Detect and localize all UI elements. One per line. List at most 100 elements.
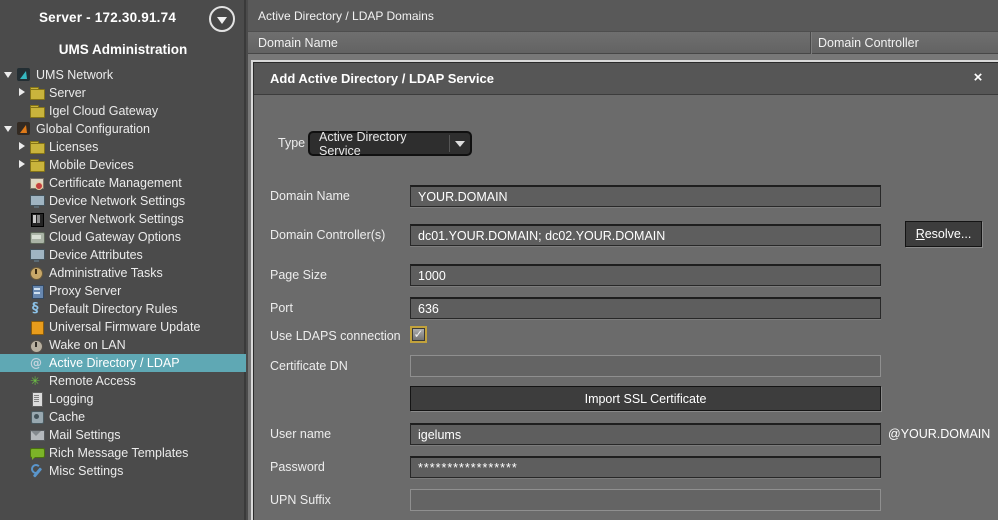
resolve-button[interactable]: Resolve... bbox=[905, 221, 982, 247]
ums-administration-window: Server - 172.30.91.74 UMS Administration… bbox=[0, 0, 998, 520]
tree-item-label: UMS Network bbox=[31, 68, 113, 82]
tree-item-certificate-management[interactable]: Certificate Management bbox=[0, 174, 246, 192]
starburst-icon bbox=[29, 374, 44, 388]
domain-controllers-input[interactable] bbox=[410, 224, 881, 246]
type-label: Type bbox=[278, 132, 305, 154]
tree-item-remote-access[interactable]: Remote Access bbox=[0, 372, 246, 390]
import-ssl-certificate-button[interactable]: Import SSL Certificate bbox=[410, 386, 881, 411]
domain-name-label: Domain Name bbox=[270, 185, 350, 207]
tree-item-mail-settings[interactable]: Mail Settings bbox=[0, 426, 246, 444]
sidebar: Server - 172.30.91.74 UMS Administration… bbox=[0, 0, 246, 520]
message-bubble-icon bbox=[29, 446, 44, 460]
expander-down-icon[interactable] bbox=[4, 70, 14, 80]
user-name-input[interactable] bbox=[410, 423, 881, 445]
clock-icon bbox=[29, 266, 44, 280]
tree-item-label: Cloud Gateway Options bbox=[44, 230, 181, 244]
tree-item-label: Certificate Management bbox=[44, 176, 182, 190]
page-title: Active Directory / LDAP Domains bbox=[248, 0, 998, 32]
at-sign-icon bbox=[29, 356, 44, 370]
ums-network-icon bbox=[16, 68, 31, 82]
tree-item-label: Server Network Settings bbox=[44, 212, 184, 226]
password-input[interactable] bbox=[410, 456, 881, 478]
use-ldaps-label: Use LDAPS connection bbox=[270, 325, 401, 347]
certificate-icon bbox=[29, 176, 44, 190]
tree-item-label: Global Configuration bbox=[31, 122, 150, 136]
tree-item-mobile-devices[interactable]: Mobile Devices bbox=[0, 156, 246, 174]
expander-right-icon[interactable] bbox=[17, 160, 27, 170]
tree-item-igel-cloud-gateway[interactable]: Igel Cloud Gateway bbox=[0, 102, 246, 120]
column-header-domain-controller[interactable]: Domain Controller bbox=[818, 32, 919, 54]
tree-item-universal-firmware-update[interactable]: Universal Firmware Update bbox=[0, 318, 246, 336]
tree-item-default-directory-rules[interactable]: Default Directory Rules bbox=[0, 300, 246, 318]
password-label: Password bbox=[270, 456, 325, 478]
cloud-gateway-icon bbox=[29, 230, 44, 244]
tree-item-wake-on-lan[interactable]: Wake on LAN bbox=[0, 336, 246, 354]
tree-item-label: Rich Message Templates bbox=[44, 446, 188, 460]
user-name-label: User name bbox=[270, 423, 331, 445]
chevron-down-icon[interactable] bbox=[450, 133, 470, 154]
tree-item-administrative-tasks[interactable]: Administrative Tasks bbox=[0, 264, 246, 282]
dialog-title: Add Active Directory / LDAP Service bbox=[254, 63, 998, 95]
chevron-down-icon bbox=[217, 17, 227, 24]
tree-item-device-attributes[interactable]: Device Attributes bbox=[0, 246, 246, 264]
close-icon[interactable]: × bbox=[970, 70, 986, 86]
tree-item-label: Logging bbox=[44, 392, 94, 406]
domains-table-header: Domain Name Domain Controller bbox=[248, 32, 998, 54]
folder-icon bbox=[29, 86, 44, 100]
monitor-icon bbox=[29, 194, 44, 208]
tree-item-ums-network[interactable]: UMS Network bbox=[0, 66, 246, 84]
tree-item-logging[interactable]: Logging bbox=[0, 390, 246, 408]
server-dropdown-button[interactable] bbox=[209, 6, 235, 32]
add-ad-ldap-service-dialog: Add Active Directory / LDAP Service × Ty… bbox=[251, 60, 998, 520]
expander-down-icon[interactable] bbox=[4, 124, 14, 134]
tree-item-licenses[interactable]: Licenses bbox=[0, 138, 246, 156]
folder-icon bbox=[29, 140, 44, 154]
tree-item-proxy-server[interactable]: Proxy Server bbox=[0, 282, 246, 300]
tree-item-cache[interactable]: Cache bbox=[0, 408, 246, 426]
type-select[interactable]: Active Directory Service bbox=[308, 131, 472, 156]
tree-item-active-directory-ldap[interactable]: Active Directory / LDAP bbox=[0, 354, 246, 372]
folder-icon bbox=[29, 104, 44, 118]
page-size-input[interactable] bbox=[410, 264, 881, 286]
port-label: Port bbox=[270, 297, 293, 319]
type-select-value: Active Directory Service bbox=[310, 130, 449, 158]
log-document-icon bbox=[29, 392, 44, 406]
tree-item-device-network-settings[interactable]: Device Network Settings bbox=[0, 192, 246, 210]
domain-name-input[interactable] bbox=[410, 185, 881, 207]
tree-item-label: Misc Settings bbox=[44, 464, 123, 478]
domain-controllers-label: Domain Controller(s) bbox=[270, 224, 385, 246]
certificate-dn-input[interactable] bbox=[410, 355, 881, 377]
tree-item-label: Remote Access bbox=[44, 374, 136, 388]
tree-item-label: Active Directory / LDAP bbox=[44, 356, 180, 370]
use-ldaps-checkbox[interactable]: ✓ bbox=[410, 326, 427, 343]
tree-item-label: Default Directory Rules bbox=[44, 302, 178, 316]
sidebar-section-title: UMS Administration bbox=[0, 42, 246, 57]
tree-item-label: Cache bbox=[44, 410, 85, 424]
mail-envelope-icon bbox=[29, 428, 44, 442]
tree-item-cloud-gateway-options[interactable]: Cloud Gateway Options bbox=[0, 228, 246, 246]
tree-item-label: Device Attributes bbox=[44, 248, 143, 262]
tree-item-label: Wake on LAN bbox=[44, 338, 126, 352]
expander-right-icon[interactable] bbox=[17, 142, 27, 152]
firmware-icon bbox=[29, 320, 44, 334]
port-input[interactable] bbox=[410, 297, 881, 319]
tree-item-server-network-settings[interactable]: Server Network Settings bbox=[0, 210, 246, 228]
checkmark-icon: ✓ bbox=[413, 327, 423, 341]
tree-item-rich-message-templates[interactable]: Rich Message Templates bbox=[0, 444, 246, 462]
tree-item-server[interactable]: Server bbox=[0, 84, 246, 102]
tree-item-label: Server bbox=[44, 86, 86, 100]
column-divider[interactable] bbox=[810, 32, 811, 54]
tree-item-label: Licenses bbox=[44, 140, 98, 154]
username-domain-suffix: @YOUR.DOMAIN bbox=[888, 423, 990, 445]
navigation-tree: UMS Network Server Igel Cloud Gateway Gl… bbox=[0, 66, 246, 480]
expander-right-icon[interactable] bbox=[17, 88, 27, 98]
upn-suffix-input[interactable] bbox=[410, 489, 881, 511]
tree-item-label: Mobile Devices bbox=[44, 158, 134, 172]
column-header-domain-name[interactable]: Domain Name bbox=[258, 32, 338, 54]
certificate-dn-label: Certificate DN bbox=[270, 355, 348, 377]
tree-item-misc-settings[interactable]: Misc Settings bbox=[0, 462, 246, 480]
tree-item-label: Proxy Server bbox=[44, 284, 121, 298]
page-size-label: Page Size bbox=[270, 264, 327, 286]
tree-item-global-configuration[interactable]: Global Configuration bbox=[0, 120, 246, 138]
tree-item-label: Mail Settings bbox=[44, 428, 121, 442]
